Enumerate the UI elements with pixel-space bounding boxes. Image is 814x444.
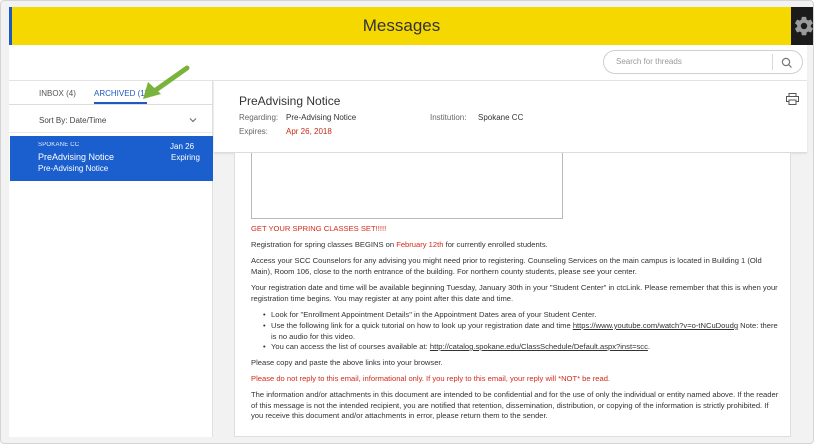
- search-icon[interactable]: [780, 56, 794, 70]
- regarding-label: Regarding:: [239, 113, 279, 122]
- body-paragraph: Registration for spring classes BEGINS o…: [251, 240, 781, 251]
- gear-icon: [795, 16, 813, 36]
- catalog-link[interactable]: http://catalog.spokane.edu/ClassSchedule…: [430, 342, 648, 351]
- thread-institution: SPOKANE CC: [38, 142, 80, 148]
- settings-button[interactable]: [791, 7, 813, 45]
- body-text: .: [647, 342, 651, 351]
- message-header: PreAdvising Notice Regarding: Pre-Advisi…: [214, 81, 807, 153]
- thread-status: Expiring: [171, 153, 200, 162]
- thread-list-panel: INBOX (4) ARCHIVED (1) Sort By: Date/Tim…: [9, 81, 213, 437]
- page-title: Messages: [362, 16, 441, 35]
- list-item[interactable]: SPOKANE CC Jan 26 PreAdvising Notice Exp…: [10, 136, 213, 181]
- youtube-link[interactable]: https://www.youtube.com/watch?v=o-tNCuDo…: [573, 321, 738, 330]
- list-item: Look for "Enrollment Appointment Details…: [263, 310, 781, 321]
- search-divider: [772, 54, 773, 70]
- annotation-arrow-icon: [143, 65, 190, 99]
- search-input[interactable]: Search for threads: [603, 50, 803, 74]
- app-window: Messages Search for threads INBOX (4) AR…: [0, 0, 814, 444]
- search-placeholder: Search for threads: [616, 57, 682, 66]
- tab-inbox[interactable]: INBOX (4): [39, 89, 76, 98]
- chevron-down-icon: [189, 118, 197, 123]
- thread-date: Jan 26: [170, 142, 195, 151]
- message-title: PreAdvising Notice: [239, 94, 341, 108]
- body-text: for currently enrolled students.: [443, 240, 548, 249]
- app-header: Messages: [9, 7, 791, 45]
- institution-label: Institution:: [430, 113, 467, 122]
- body-text: Registration for spring classes BEGINS o…: [251, 240, 397, 249]
- body-text: Use the following link for a quick tutor…: [271, 321, 573, 330]
- body-warning: Please do not reply to this email, infor…: [251, 374, 611, 383]
- message-panel: PreAdvising Notice Regarding: Pre-Advisi…: [214, 81, 807, 437]
- expires-label: Expires:: [239, 127, 268, 136]
- body-disclaimer: The information and/or attachments in th…: [251, 390, 779, 420]
- body-paragraph: Please copy and paste the above links in…: [251, 358, 443, 367]
- body-headline: GET YOUR SPRING CLASSES SET!!!!!: [251, 224, 387, 233]
- body-paragraph: Access your SCC Counselors for any advis…: [251, 256, 762, 276]
- thread-subtitle: Pre-Advising Notice: [38, 164, 109, 173]
- message-image: [251, 153, 563, 219]
- sort-dropdown[interactable]: Sort By: Date/Time: [9, 105, 213, 133]
- regarding-value: Pre-Advising Notice: [286, 113, 357, 122]
- institution-value: Spokane CC: [478, 113, 524, 122]
- list-item: Use the following link for a quick tutor…: [263, 321, 781, 342]
- body-paragraph: Your registration date and time will be …: [251, 283, 778, 303]
- sort-label: Sort By: Date/Time: [39, 116, 107, 125]
- thread-title: PreAdvising Notice: [38, 152, 115, 162]
- message-body: GET YOUR SPRING CLASSES SET!!!!! Registr…: [234, 153, 791, 437]
- registration-date: February 12th: [396, 240, 444, 249]
- printer-icon[interactable]: [786, 93, 799, 105]
- toolbar: Search for threads: [9, 45, 807, 81]
- list-item: You can access the list of courses avail…: [263, 342, 781, 353]
- body-text: You can access the list of courses avail…: [271, 342, 430, 351]
- expires-value: Apr 26, 2018: [286, 127, 332, 136]
